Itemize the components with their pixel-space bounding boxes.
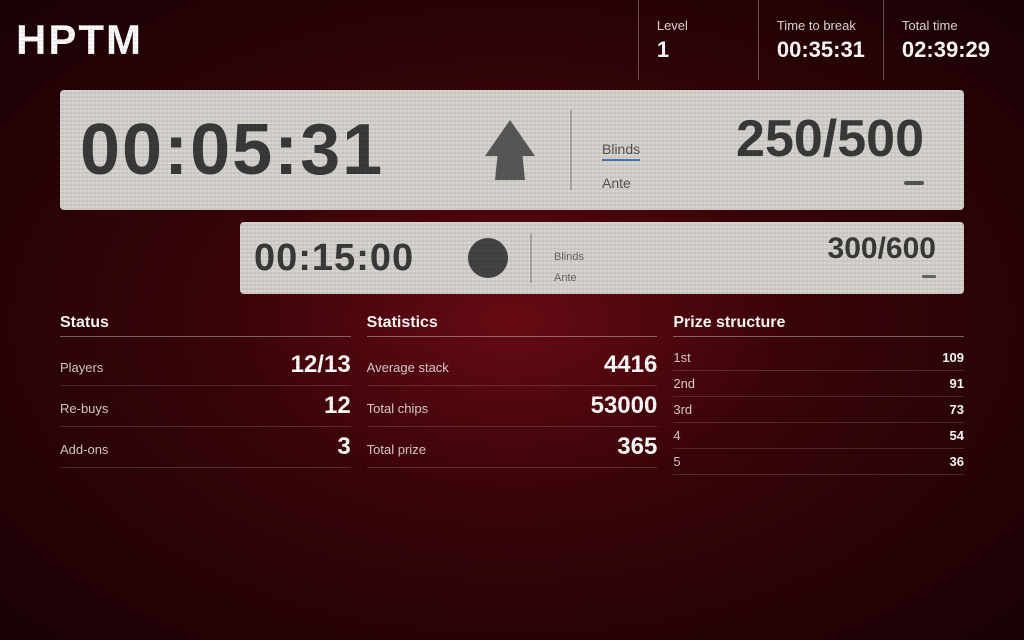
status-row: Add-ons 3 <box>60 427 351 468</box>
time-to-break-stat: Time to break 00:35:31 <box>758 0 883 80</box>
panel-divider <box>570 110 572 190</box>
prize-amount: 36 <box>950 454 964 469</box>
ante-dash-icon <box>904 181 924 185</box>
header: HPTM Level 1 Time to break 00:35:31 Tota… <box>0 0 1024 80</box>
statistics-row-value: 4416 <box>604 351 657 379</box>
next-blinds-value: 300/600 <box>828 232 936 266</box>
next-ante-label: Ante <box>554 272 577 284</box>
time-to-break-label: Time to break <box>777 18 865 33</box>
next-level-panel: 00:15:00 Blinds 300/600 Ante <box>240 222 964 294</box>
status-row: Players 12/13 <box>60 345 351 386</box>
circle-icon <box>468 238 508 278</box>
status-panel: Status Players 12/13 Re-buys 12 Add-ons … <box>60 314 351 475</box>
prize-row: 3rd 73 <box>673 397 964 423</box>
next-blinds-section: Blinds 300/600 Ante <box>540 232 950 284</box>
statistics-row: Total chips 53000 <box>367 386 658 427</box>
prize-row: 5 36 <box>673 449 964 475</box>
ante-label: Ante <box>602 175 631 191</box>
blinds-label: Blinds <box>602 141 640 161</box>
current-timer: 00:05:31 <box>80 109 460 191</box>
total-time-stat: Total time 02:39:29 <box>883 0 1008 80</box>
statistics-panel: Statistics Average stack 4416 Total chip… <box>367 314 658 475</box>
main-timer-panel: 00:05:31 Blinds 250/500 Ante <box>60 90 964 210</box>
statistics-row-value: 53000 <box>591 392 658 420</box>
next-ante-dash-icon <box>922 275 936 278</box>
statistics-row: Total prize 365 <box>367 427 658 468</box>
prize-place: 5 <box>673 454 680 469</box>
blinds-value: 250/500 <box>736 109 924 169</box>
status-row: Re-buys 12 <box>60 386 351 427</box>
status-row-value: 3 <box>337 433 350 461</box>
prize-rows: 1st 109 2nd 91 3rd 73 4 54 5 36 <box>673 345 964 475</box>
level-label: Level <box>657 18 740 33</box>
statistics-rows: Average stack 4416 Total chips 53000 Tot… <box>367 345 658 468</box>
header-stats: Level 1 Time to break 00:35:31 Total tim… <box>638 0 1008 80</box>
statistics-row-label: Average stack <box>367 360 449 375</box>
statistics-row-label: Total prize <box>367 442 426 457</box>
stats-container: Status Players 12/13 Re-buys 12 Add-ons … <box>60 314 964 475</box>
total-time-value: 02:39:29 <box>902 37 990 63</box>
total-time-label: Total time <box>902 18 990 33</box>
next-blinds-label: Blinds <box>554 251 584 263</box>
status-row-label: Add-ons <box>60 442 108 457</box>
status-row-value: 12 <box>324 392 351 420</box>
status-row-label: Players <box>60 360 103 375</box>
statistics-row: Average stack 4416 <box>367 345 658 386</box>
prize-amount: 109 <box>942 350 964 365</box>
prize-place: 1st <box>673 350 690 365</box>
prize-place: 2nd <box>673 376 695 391</box>
status-row-label: Re-buys <box>60 401 108 416</box>
app-title: HPTM <box>16 0 638 80</box>
prize-panel: Prize structure 1st 109 2nd 91 3rd 73 4 … <box>673 314 964 475</box>
statistics-row-value: 365 <box>617 433 657 461</box>
statistics-title: Statistics <box>367 314 658 337</box>
time-to-break-value: 00:35:31 <box>777 37 865 63</box>
next-divider <box>530 233 532 283</box>
prize-place: 4 <box>673 428 680 443</box>
card-icon <box>480 115 540 185</box>
blinds-section: Blinds 250/500 Ante <box>582 109 944 191</box>
prize-title: Prize structure <box>673 314 964 337</box>
prize-row: 2nd 91 <box>673 371 964 397</box>
next-timer: 00:15:00 <box>254 237 454 280</box>
prize-row: 4 54 <box>673 423 964 449</box>
level-stat: Level 1 <box>638 0 758 80</box>
prize-place: 3rd <box>673 402 692 417</box>
statistics-row-label: Total chips <box>367 401 428 416</box>
status-title: Status <box>60 314 351 337</box>
status-row-value: 12/13 <box>291 351 351 379</box>
prize-amount: 54 <box>950 428 964 443</box>
spade-icon <box>485 120 535 180</box>
prize-row: 1st 109 <box>673 345 964 371</box>
level-value: 1 <box>657 37 740 63</box>
ante-row: Ante <box>602 175 924 191</box>
prize-amount: 91 <box>950 376 964 391</box>
prize-amount: 73 <box>950 402 964 417</box>
status-rows: Players 12/13 Re-buys 12 Add-ons 3 <box>60 345 351 468</box>
